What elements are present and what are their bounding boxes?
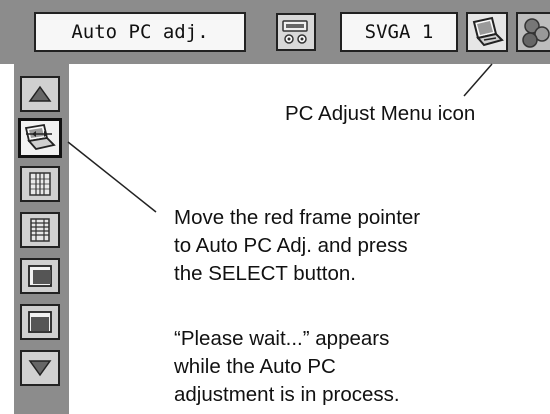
- wait-note-line: adjustment is in process.: [174, 383, 400, 406]
- instruction-text: Move the red frame pointer to Auto PC Ad…: [174, 204, 420, 288]
- total-dots-icon[interactable]: [20, 212, 60, 248]
- scroll-up-arrow-icon[interactable]: [20, 76, 60, 112]
- instruction-line: to Auto PC Adj. and press: [174, 234, 408, 257]
- pc-adjust-menu-icon-caption: PC Adjust Menu icon: [285, 102, 476, 125]
- instruction-line: the SELECT button.: [174, 262, 356, 285]
- next-menu-icon[interactable]: [516, 12, 550, 52]
- wait-note-line: while the Auto PC: [174, 355, 336, 378]
- auto-pc-adj-icon[interactable]: [18, 118, 62, 158]
- side-menu: [14, 64, 69, 414]
- input-source-icon[interactable]: [276, 13, 316, 51]
- mode-label: SVGA 1: [340, 12, 458, 52]
- wait-note-line: “Please wait...” appears: [174, 327, 390, 350]
- vertical-position-icon[interactable]: [20, 304, 60, 340]
- horizontal-position-icon[interactable]: [20, 258, 60, 294]
- instruction-line: Move the red frame pointer: [174, 206, 421, 229]
- scroll-down-arrow-icon[interactable]: [20, 350, 60, 386]
- fine-sync-icon[interactable]: [20, 166, 60, 202]
- selected-item-label: Auto PC adj.: [34, 12, 246, 52]
- pc-adjust-menu-icon[interactable]: [466, 12, 508, 52]
- top-menu-bar: Auto PC adj. SVGA 1: [0, 0, 550, 64]
- wait-note-text: “Please wait...” appears while the Auto …: [174, 325, 400, 409]
